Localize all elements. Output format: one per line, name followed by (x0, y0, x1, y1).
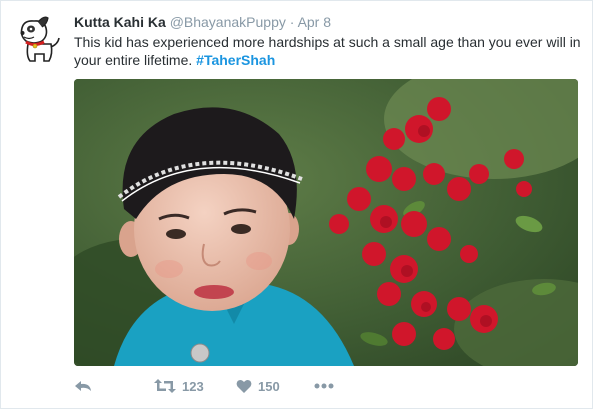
like-button[interactable]: 150 (236, 375, 280, 397)
timestamp[interactable]: Apr 8 (298, 14, 331, 30)
cartoon-dog-icon (14, 14, 64, 64)
reply-button[interactable] (74, 375, 92, 397)
separator-dot: · (289, 14, 295, 30)
tweet-body: This kid has experienced more hardships … (74, 34, 581, 68)
more-icon (314, 383, 334, 389)
display-name[interactable]: Kutta Kahi Ka (74, 14, 166, 30)
like-count: 150 (258, 378, 280, 394)
retweet-icon (154, 379, 176, 393)
tweet-photo[interactable] (74, 79, 578, 366)
tweet-text: This kid has experienced more hardships … (74, 33, 584, 69)
reply-icon (75, 381, 91, 391)
retweet-button[interactable]: 123 (154, 375, 204, 397)
tweet-header: Kutta Kahi Ka @BhayanakPuppy · Apr 8 (74, 13, 331, 31)
hashtag-link[interactable]: #TaherShah (196, 52, 275, 68)
avatar[interactable] (14, 14, 64, 64)
user-handle[interactable]: @BhayanakPuppy (170, 14, 286, 30)
retweet-count: 123 (182, 378, 204, 394)
more-button[interactable] (314, 375, 334, 397)
photo-illustration (74, 79, 578, 366)
heart-icon (236, 379, 252, 393)
tweet-card[interactable]: Kutta Kahi Ka @BhayanakPuppy · Apr 8 Thi… (0, 0, 593, 409)
